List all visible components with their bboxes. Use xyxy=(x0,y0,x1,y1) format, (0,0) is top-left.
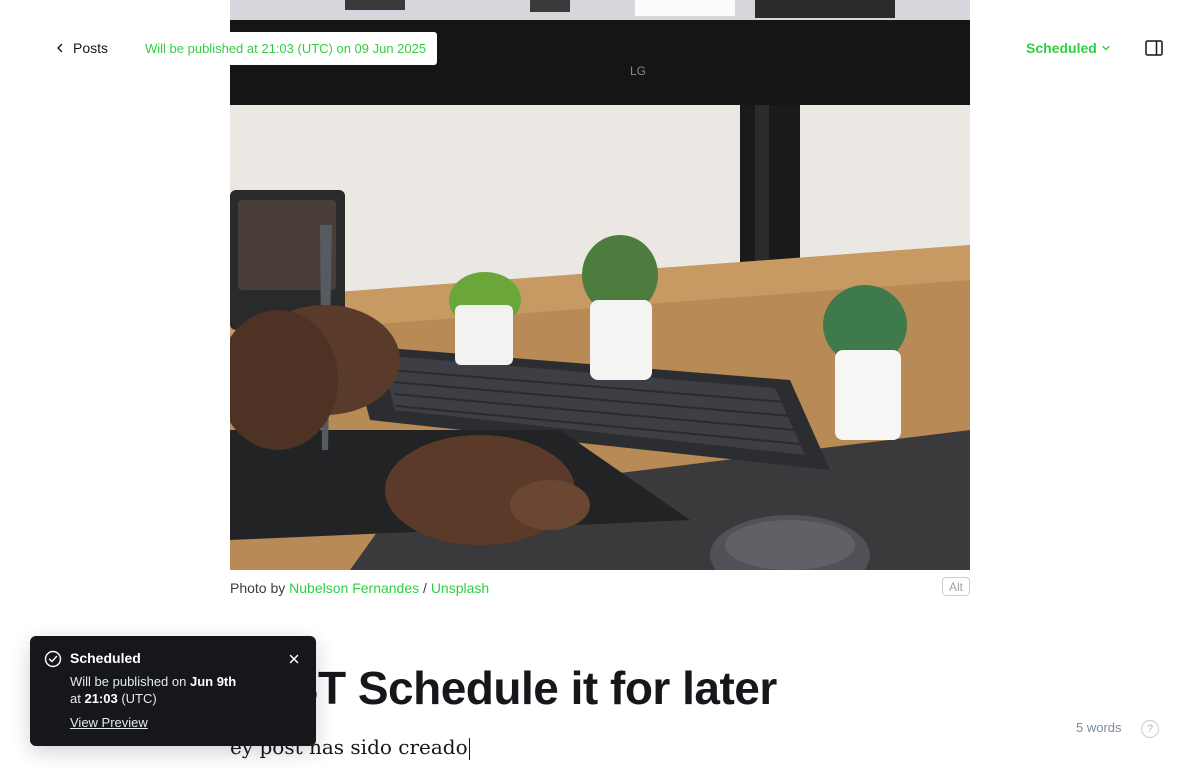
toast-title: Scheduled xyxy=(70,650,141,666)
caption-source-link[interactable]: Unsplash xyxy=(431,580,489,596)
caption-separator: / xyxy=(419,580,431,596)
post-title[interactable]: TEST Schedule it for later xyxy=(230,660,970,716)
word-count: 5 words xyxy=(1076,720,1122,735)
text-cursor xyxy=(468,737,470,760)
back-to-posts-link[interactable]: Posts xyxy=(55,38,108,58)
toast-time-line: at 21:03 (UTC) xyxy=(70,691,157,706)
scheduled-toast: Scheduled Will be published on Jun 9th a… xyxy=(30,636,316,746)
image-caption[interactable]: Photo by Nubelson Fernandes / Unsplash xyxy=(230,578,489,598)
publish-notice-text: Will be published at 21:03 (UTC) on 09 J… xyxy=(145,41,427,56)
publish-notice: Will be published at 21:03 (UTC) on 09 J… xyxy=(134,32,438,65)
toast-time-suffix: (UTC) xyxy=(117,691,157,706)
feature-image-illustration: LG xyxy=(230,0,970,570)
toast-date-prefix: Will be published on xyxy=(70,674,190,689)
caption-prefix: Photo by xyxy=(230,580,290,596)
help-icon[interactable]: ? xyxy=(1141,720,1159,738)
toast-date-line: Will be published on Jun 9th xyxy=(70,674,236,689)
toast-time: 21:03 xyxy=(84,691,118,706)
chevron-left-icon xyxy=(57,43,63,53)
alt-text-button[interactable]: Alt xyxy=(942,577,970,596)
sidebar-toggle-icon[interactable] xyxy=(1145,40,1163,56)
post-status-label: Scheduled xyxy=(1026,40,1097,56)
svg-text:LG: LG xyxy=(630,64,646,78)
feature-image[interactable]: LG xyxy=(230,0,970,570)
close-icon[interactable] xyxy=(286,651,302,667)
post-status-dropdown[interactable]: Scheduled xyxy=(1026,38,1111,58)
toast-time-prefix: at xyxy=(70,691,85,706)
caption-author-link[interactable]: Nubelson Fernandes xyxy=(289,580,419,596)
chevron-down-icon xyxy=(1102,45,1110,51)
check-circle-icon xyxy=(44,650,62,668)
back-link-label: Posts xyxy=(73,40,109,56)
toast-date: Jun 9th xyxy=(189,674,237,689)
post-body-editor[interactable]: ey post has sido creado xyxy=(230,732,970,762)
view-preview-link[interactable]: View Preview xyxy=(70,715,148,730)
